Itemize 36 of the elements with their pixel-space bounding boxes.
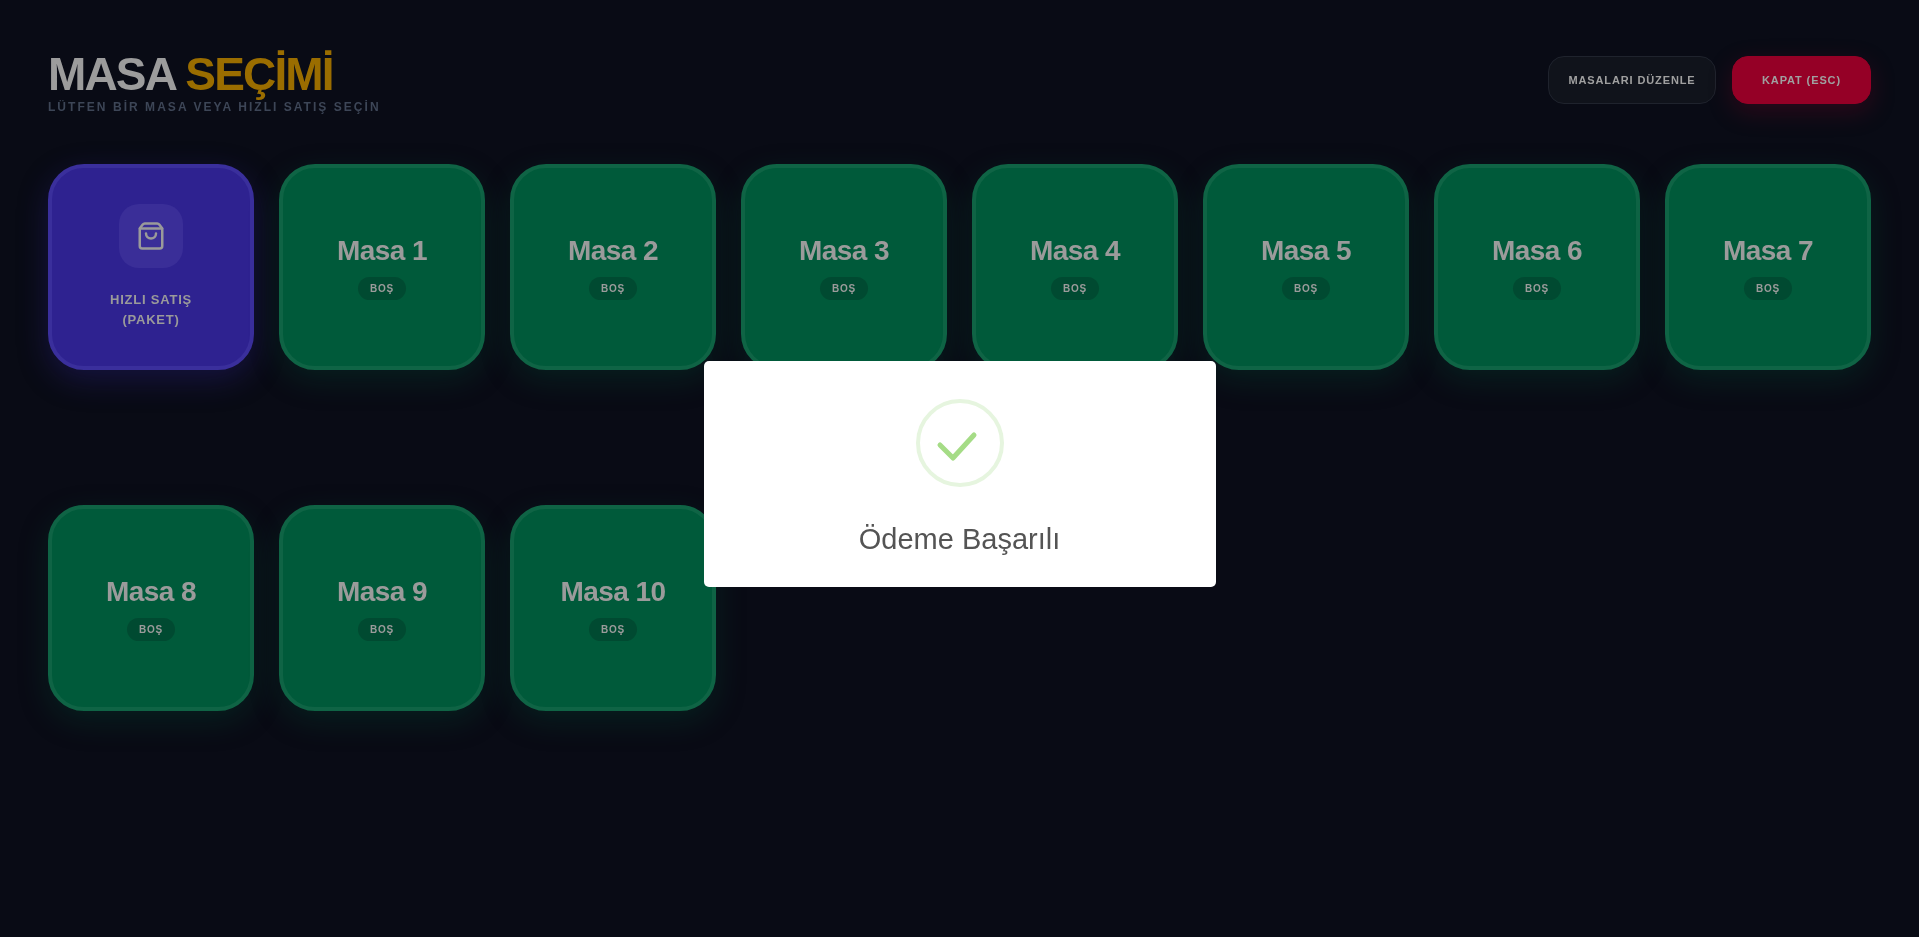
table-name: Masa 4	[1029, 234, 1120, 267]
dialog-title: Ödeme Başarılı	[858, 521, 1061, 557]
table-tile[interactable]: Masa 8 BOŞ	[48, 505, 254, 711]
quick-sale-label: HIZLI SATIŞ (PAKET)	[109, 291, 193, 329]
table-tile[interactable]: Masa 6 BOŞ	[1434, 164, 1640, 370]
status-badge: BOŞ	[1743, 276, 1793, 300]
status-badge: BOŞ	[1512, 276, 1562, 300]
table-name: Masa 8	[105, 575, 196, 608]
status-badge: BOŞ	[588, 276, 638, 300]
close-button[interactable]: KAPAT (ESC)	[1732, 56, 1871, 104]
status-badge: BOŞ	[357, 276, 407, 300]
quick-sale-tile[interactable]: HIZLI SATIŞ (PAKET)	[48, 164, 254, 370]
table-tile[interactable]: Masa 10 BOŞ	[510, 505, 716, 711]
status-badge: BOŞ	[1050, 276, 1100, 300]
shopping-bag-icon	[119, 204, 183, 268]
table-tile[interactable]: Masa 2 BOŞ	[510, 164, 716, 370]
table-name: Masa 3	[798, 234, 889, 267]
status-badge: BOŞ	[588, 617, 638, 641]
table-name: Masa 10	[560, 575, 666, 608]
table-tile[interactable]: Masa 1 BOŞ	[279, 164, 485, 370]
success-check-icon	[915, 398, 1004, 487]
table-name: Masa 7	[1722, 234, 1813, 267]
page-subtitle: LÜTFEN BİR MASA VEYA HIZLI SATIŞ SEÇİN	[48, 100, 381, 114]
status-badge: BOŞ	[126, 617, 176, 641]
edit-tables-button[interactable]: MASALARI DÜZENLE	[1548, 56, 1716, 104]
status-badge: BOŞ	[357, 617, 407, 641]
table-name: Masa 5	[1260, 234, 1351, 267]
table-name: Masa 6	[1491, 234, 1582, 267]
table-name: Masa 2	[567, 234, 658, 267]
status-badge: BOŞ	[1281, 276, 1331, 300]
table-name: Masa 1	[336, 234, 427, 267]
table-tile[interactable]: Masa 9 BOŞ	[279, 505, 485, 711]
status-badge: BOŞ	[819, 276, 869, 300]
table-name: Masa 9	[336, 575, 427, 608]
table-tile[interactable]: Masa 7 BOŞ	[1665, 164, 1871, 370]
table-tile[interactable]: Masa 5 BOŞ	[1203, 164, 1409, 370]
